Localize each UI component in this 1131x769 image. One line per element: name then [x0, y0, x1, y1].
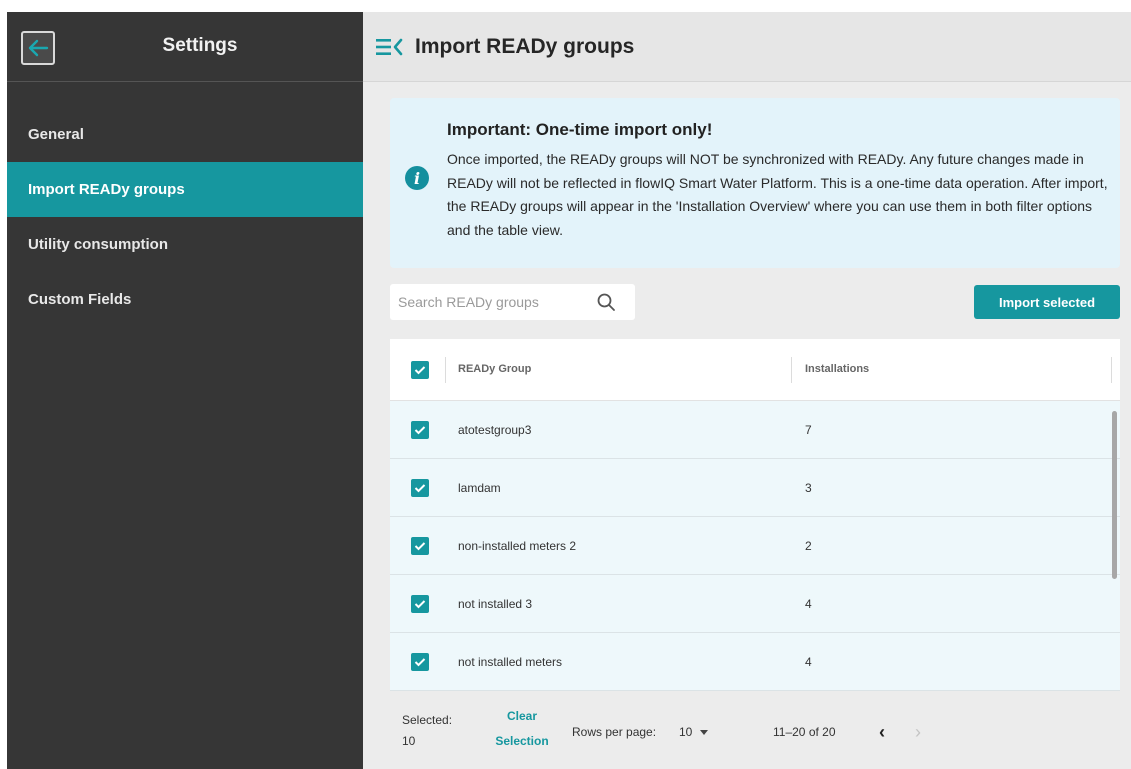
cell-group-name: atotestgroup3: [458, 423, 532, 437]
sidebar-item-utility-consumption[interactable]: Utility consumption: [7, 217, 363, 272]
pagination-range: 11–20 of 20: [773, 725, 836, 739]
checkmark-icon: [414, 366, 426, 375]
caret-down-icon: [700, 729, 709, 735]
main-content: Import READy groups i Important: One-tim…: [363, 12, 1131, 769]
rows-per-page-value: 10: [679, 725, 693, 739]
table-row[interactable]: not installed meters 4: [390, 633, 1120, 691]
groups-table: READy Group Installations atotestgroup3 …: [390, 339, 1120, 691]
cell-group-name: non-installed meters 2: [458, 539, 577, 553]
banner-text: Once imported, the READy groups will NOT…: [447, 151, 1108, 238]
sidebar: Settings General Import READy groups Uti…: [7, 12, 363, 769]
checkmark-icon: [414, 600, 426, 609]
cell-installations: 4: [805, 655, 812, 669]
table-row[interactable]: non-installed meters 2 2: [390, 517, 1120, 575]
sidebar-nav: General Import READy groups Utility cons…: [7, 107, 363, 327]
search-input[interactable]: [398, 294, 578, 310]
rows-per-page-select[interactable]: 10: [679, 725, 709, 739]
sidebar-item-import-ready-groups[interactable]: Import READy groups: [7, 162, 363, 217]
checkmark-icon: [414, 484, 426, 493]
search-icon[interactable]: [596, 292, 616, 312]
table-row[interactable]: not installed 3 4: [390, 575, 1120, 633]
column-divider: [445, 357, 446, 383]
checkmark-icon: [414, 658, 426, 667]
row-checkbox[interactable]: [411, 421, 429, 439]
cell-installations: 7: [805, 423, 812, 437]
column-header-installations[interactable]: Installations: [805, 363, 869, 375]
column-divider: [791, 357, 792, 383]
selected-count: 10: [402, 734, 416, 748]
cell-group-name: not installed meters: [458, 655, 563, 669]
search-box: [390, 284, 635, 320]
info-banner: i Important: One-time import only! Once …: [390, 98, 1120, 268]
column-header-ready-group[interactable]: READy Group: [458, 363, 531, 375]
import-selected-button[interactable]: Import selected: [974, 285, 1120, 319]
table-row[interactable]: lamdam 3: [390, 459, 1120, 517]
sidebar-item-general[interactable]: General: [7, 107, 363, 162]
table-footer: Selected: 10 Clear Selection Rows per pa…: [390, 692, 1120, 769]
cell-installations: 4: [805, 597, 812, 611]
menu-collapse-icon[interactable]: [375, 36, 403, 58]
banner-title: Important: One-time import only!: [447, 120, 713, 139]
table-scrollbar[interactable]: [1112, 411, 1117, 579]
page-header: Import READy groups: [363, 12, 1131, 82]
table-row[interactable]: atotestgroup3 7: [390, 401, 1120, 459]
sidebar-title: Settings: [162, 35, 238, 56]
next-page-button[interactable]: ›: [915, 722, 921, 743]
column-divider: [1111, 357, 1112, 383]
select-all-checkbox[interactable]: [411, 361, 429, 379]
cell-installations: 2: [805, 539, 812, 553]
checkmark-icon: [414, 426, 426, 435]
rows-per-page-label: Rows per page:: [572, 725, 657, 739]
row-checkbox[interactable]: [411, 595, 429, 613]
info-icon: i: [405, 166, 429, 190]
cell-installations: 3: [805, 481, 812, 495]
clear-selection-button[interactable]: Clear Selection: [488, 704, 556, 754]
previous-page-button[interactable]: ‹: [879, 722, 885, 743]
checkmark-icon: [414, 542, 426, 551]
cell-group-name: lamdam: [458, 481, 501, 495]
selected-info: Selected: 10: [402, 710, 452, 752]
row-checkbox[interactable]: [411, 537, 429, 555]
sidebar-header: Settings: [7, 12, 363, 82]
selected-label: Selected:: [402, 713, 453, 727]
row-checkbox[interactable]: [411, 653, 429, 671]
sidebar-item-custom-fields[interactable]: Custom Fields: [7, 272, 363, 327]
row-checkbox[interactable]: [411, 479, 429, 497]
page-title: Import READy groups: [415, 34, 635, 58]
cell-group-name: not installed 3: [458, 597, 533, 611]
table-header: READy Group Installations: [390, 339, 1120, 401]
